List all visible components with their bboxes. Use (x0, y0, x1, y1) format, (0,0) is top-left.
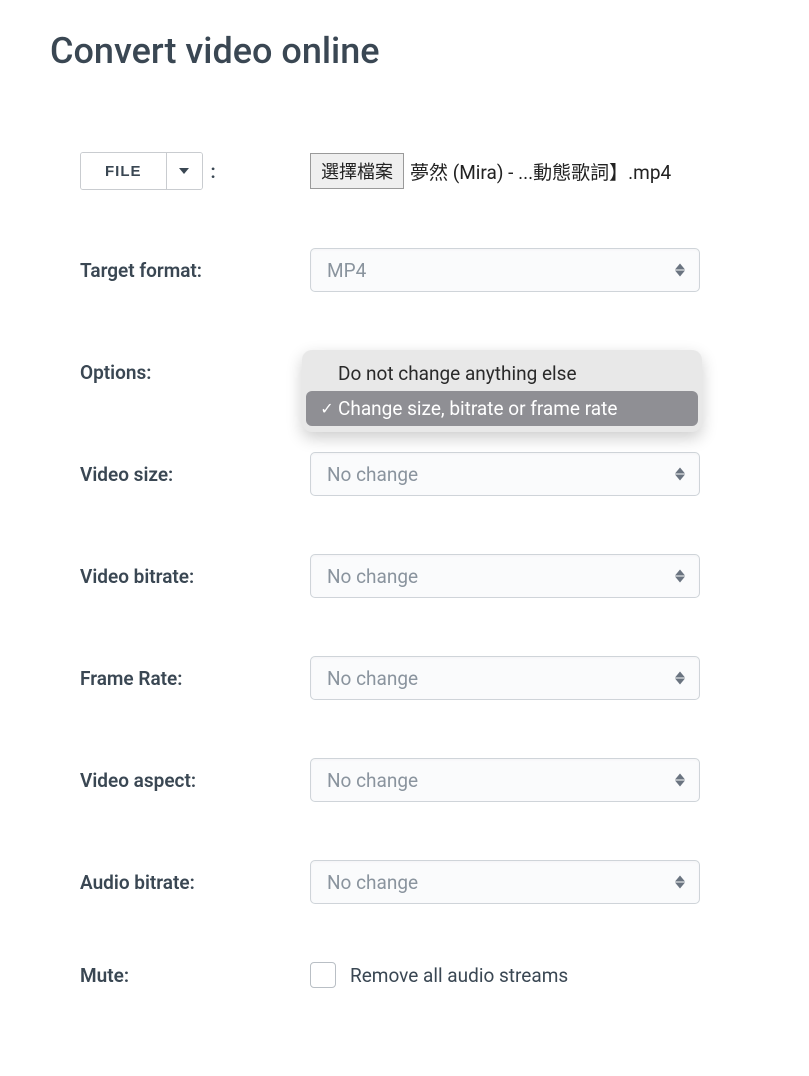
updown-icon (675, 672, 685, 685)
video-bitrate-value: No change (327, 565, 418, 588)
audio-bitrate-value: No change (327, 871, 418, 894)
mute-checkbox[interactable] (310, 962, 336, 988)
video-size-select[interactable]: No change (310, 452, 700, 496)
file-control: 選擇檔案 夢然 (Mira) - ...動態歌詞】.mp4 (310, 153, 759, 189)
video-size-label: Video size: (50, 463, 310, 486)
frame-rate-value: No change (327, 667, 418, 690)
options-label: Options: (50, 361, 310, 384)
updown-icon (675, 570, 685, 583)
video-size-row: Video size: No change (50, 452, 759, 496)
file-button-group: FILE (80, 152, 203, 190)
mute-checkbox-label: Remove all audio streams (350, 964, 568, 987)
target-format-select[interactable]: MP4 (310, 248, 700, 292)
page-title: Convert video online (50, 30, 759, 72)
audio-bitrate-row: Audio bitrate: No change (50, 860, 759, 904)
updown-icon (675, 774, 685, 787)
mute-label: Mute: (50, 964, 310, 987)
updown-icon (675, 264, 685, 277)
choose-file-button[interactable]: 選擇檔案 (310, 153, 404, 189)
target-format-label: Target format: (50, 259, 310, 282)
updown-icon (675, 468, 685, 481)
mute-row: Mute: Remove all audio streams (50, 962, 759, 988)
file-button[interactable]: FILE (81, 153, 166, 189)
video-bitrate-row: Video bitrate: No change (50, 554, 759, 598)
options-item-label: Change size, bitrate or frame rate (338, 397, 617, 420)
options-dropdown: Do not change anything else ✓ Change siz… (302, 350, 702, 432)
options-item-no-change[interactable]: Do not change anything else (302, 356, 702, 391)
video-size-value: No change (327, 463, 418, 486)
video-aspect-value: No change (327, 769, 418, 792)
check-icon: ✓ (316, 399, 338, 418)
file-label-col: FILE : (50, 152, 310, 190)
target-format-value: MP4 (327, 259, 366, 282)
options-item-label: Do not change anything else (338, 362, 577, 385)
options-row: Options: Do not change anything else ✓ C… (50, 350, 759, 394)
video-aspect-select[interactable]: No change (310, 758, 700, 802)
file-input-group: 選擇檔案 夢然 (Mira) - ...動態歌詞】.mp4 (310, 153, 759, 189)
audio-bitrate-select[interactable]: No change (310, 860, 700, 904)
frame-rate-label: Frame Rate: (50, 667, 310, 690)
video-aspect-label: Video aspect: (50, 769, 310, 792)
target-format-row: Target format: MP4 (50, 248, 759, 292)
file-row: FILE : 選擇檔案 夢然 (Mira) - ...動態歌詞】.mp4 (50, 152, 759, 190)
file-colon: : (211, 160, 216, 183)
file-dropdown-toggle[interactable] (166, 153, 202, 189)
selected-file-name: 夢然 (Mira) - ...動態歌詞】.mp4 (410, 158, 671, 185)
audio-bitrate-label: Audio bitrate: (50, 871, 310, 894)
updown-icon (675, 876, 685, 889)
video-bitrate-select[interactable]: No change (310, 554, 700, 598)
video-aspect-row: Video aspect: No change (50, 758, 759, 802)
options-item-change-size[interactable]: ✓ Change size, bitrate or frame rate (306, 391, 698, 426)
caret-down-icon (179, 168, 189, 174)
frame-rate-row: Frame Rate: No change (50, 656, 759, 700)
frame-rate-select[interactable]: No change (310, 656, 700, 700)
mute-checkbox-group: Remove all audio streams (310, 962, 759, 988)
video-bitrate-label: Video bitrate: (50, 565, 310, 588)
